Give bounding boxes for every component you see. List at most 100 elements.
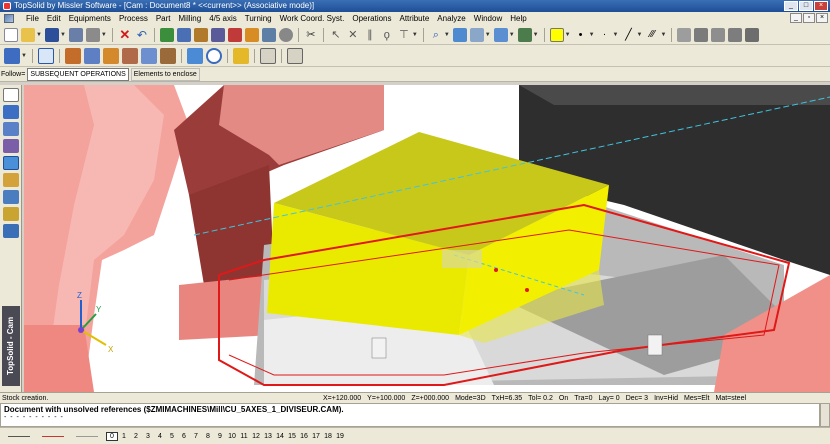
chevron-down-icon[interactable]: ▼ xyxy=(412,32,418,38)
layer-1[interactable]: 1 xyxy=(118,433,130,440)
layer-2[interactable]: 2 xyxy=(130,433,142,440)
layer-10[interactable]: 10 xyxy=(226,433,238,440)
layer-7[interactable]: 7 xyxy=(190,433,202,440)
status-text-height[interactable]: TxH=6.35 xyxy=(489,395,526,402)
menu-analyze[interactable]: Analyze xyxy=(433,12,469,25)
status-transparency[interactable]: Tra=0 xyxy=(571,395,595,402)
pin-icon[interactable]: ⊤ xyxy=(397,28,411,42)
open-folder-icon[interactable] xyxy=(21,27,35,42)
layer-12[interactable]: 12 xyxy=(250,433,262,440)
cam-mode-icon[interactable] xyxy=(3,156,19,170)
cross-icon[interactable]: ✕ xyxy=(346,28,360,42)
status-tolerance[interactable]: Tol= 0.2 xyxy=(525,395,556,402)
layer-filter-icon[interactable] xyxy=(694,27,709,42)
cad-scene[interactable] xyxy=(24,85,830,392)
layer-11[interactable]: 11 xyxy=(238,433,250,440)
menu-edit[interactable]: Edit xyxy=(43,12,65,25)
new-document-icon[interactable] xyxy=(4,27,18,42)
zoom-icon[interactable]: ⌕ xyxy=(429,28,443,42)
status-layer[interactable]: Lay= 0 xyxy=(595,395,622,402)
machine-tools-icon[interactable] xyxy=(3,224,19,238)
chevron-down-icon[interactable]: ▼ xyxy=(60,32,66,38)
document-list-icon[interactable] xyxy=(286,47,303,64)
menu-turning[interactable]: Turning xyxy=(241,12,276,25)
render-icon[interactable] xyxy=(176,27,191,42)
layer-3[interactable]: 3 xyxy=(142,433,154,440)
print-preview-icon[interactable] xyxy=(68,27,83,42)
status-measure[interactable]: Mes=Elt xyxy=(681,395,712,402)
line-style-icon[interactable]: · xyxy=(598,28,612,42)
shading-icon[interactable] xyxy=(517,27,532,42)
save-icon[interactable] xyxy=(44,27,59,42)
chevron-down-icon[interactable]: ▼ xyxy=(509,32,515,38)
print-icon[interactable] xyxy=(85,27,100,42)
machine-icon[interactable] xyxy=(4,47,20,64)
status-mode[interactable]: Mode=3D xyxy=(452,395,489,402)
stock-tools-icon[interactable] xyxy=(3,173,19,187)
tool-path-icon[interactable] xyxy=(205,47,222,64)
menu-file[interactable]: File xyxy=(22,12,43,25)
layer-4[interactable]: 4 xyxy=(154,433,166,440)
drilling-icon[interactable] xyxy=(159,47,176,64)
doc-minimize-button[interactable]: _ xyxy=(790,13,802,23)
menu-4-5-axis[interactable]: 4/5 axis xyxy=(205,12,241,25)
chevron-down-icon[interactable]: ▼ xyxy=(660,32,666,38)
status-decimals[interactable]: Dec= 3 xyxy=(623,395,651,402)
menu-attribute[interactable]: Attribute xyxy=(396,12,434,25)
fit-view-icon[interactable] xyxy=(452,27,467,42)
status-on[interactable]: On xyxy=(556,395,571,402)
tag-icon[interactable] xyxy=(244,27,259,42)
clamp-icon[interactable] xyxy=(102,47,119,64)
assembly-icon[interactable] xyxy=(3,139,19,153)
shape-icon[interactable] xyxy=(159,27,174,42)
solid-icon[interactable] xyxy=(3,105,19,119)
menu-equipments[interactable]: Equipments xyxy=(65,12,115,25)
maximize-button[interactable]: □ xyxy=(799,1,813,11)
layer-block-icon[interactable] xyxy=(745,27,760,42)
chevron-down-icon[interactable]: ▼ xyxy=(636,32,642,38)
fixture-tools-icon[interactable] xyxy=(3,207,19,221)
status-invisible[interactable]: Inv=Hid xyxy=(651,395,681,402)
layer-grid-icon[interactable] xyxy=(711,27,726,42)
wrench-icon[interactable] xyxy=(261,27,276,42)
elements-to-enclose-button[interactable]: Elements to enclose xyxy=(130,67,200,81)
chevron-down-icon[interactable]: ▼ xyxy=(485,32,491,38)
point-style-icon[interactable]: • xyxy=(574,28,588,42)
axis-icon[interactable]: ↖ xyxy=(329,28,343,42)
line-type-icon[interactable]: ╱ xyxy=(621,28,635,42)
menu-process[interactable]: Process xyxy=(115,12,152,25)
tool-icon[interactable] xyxy=(193,27,208,42)
chevron-down-icon[interactable]: ▼ xyxy=(36,32,42,38)
contour-icon[interactable] xyxy=(140,47,157,64)
menu-part[interactable]: Part xyxy=(152,12,175,25)
line-style-sample[interactable] xyxy=(4,432,34,440)
doc-restore-button[interactable]: ▫ xyxy=(803,13,815,23)
simulation-icon[interactable] xyxy=(232,47,249,64)
pocket-icon[interactable] xyxy=(121,47,138,64)
fixture-icon[interactable] xyxy=(83,47,100,64)
part-icon[interactable] xyxy=(64,47,81,64)
loop-icon[interactable]: ϙ xyxy=(380,28,394,42)
chevron-down-icon[interactable]: ▼ xyxy=(444,32,450,38)
doc-close-button[interactable]: × xyxy=(816,13,828,23)
message-scrollbar[interactable] xyxy=(820,403,830,427)
layer-16[interactable]: 16 xyxy=(298,433,310,440)
layer-14[interactable]: 14 xyxy=(274,433,286,440)
parallel-icon[interactable]: ∥ xyxy=(363,28,377,42)
layer-15[interactable]: 15 xyxy=(286,433,298,440)
line-style-sample[interactable] xyxy=(38,432,68,440)
drill-icon[interactable] xyxy=(210,27,225,42)
chevron-down-icon[interactable]: ▼ xyxy=(533,32,539,38)
layer-icon[interactable] xyxy=(677,27,692,42)
nc-file-icon[interactable] xyxy=(259,47,276,64)
layer-6[interactable]: 6 xyxy=(178,433,190,440)
delete-icon[interactable]: ✕ xyxy=(118,27,132,42)
stock-icon[interactable] xyxy=(37,47,54,64)
menu-help[interactable]: Help xyxy=(506,12,530,25)
undo-icon[interactable]: ↶ xyxy=(135,28,149,42)
status-material[interactable]: Mat=steel xyxy=(712,395,749,402)
hatch-icon[interactable]: ⁄⁄⁄ xyxy=(645,28,659,42)
menu-window[interactable]: Window xyxy=(470,12,506,25)
chevron-down-icon[interactable]: ▼ xyxy=(589,32,595,38)
layer-18[interactable]: 18 xyxy=(322,433,334,440)
